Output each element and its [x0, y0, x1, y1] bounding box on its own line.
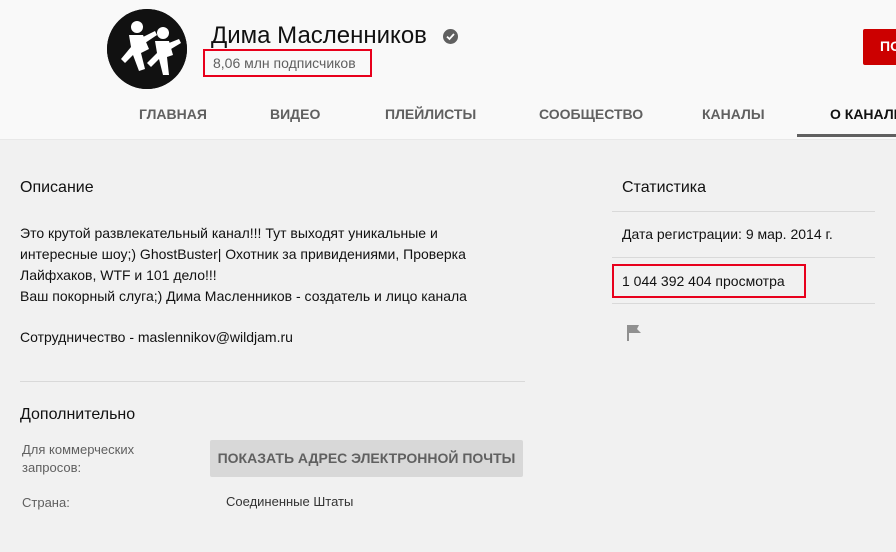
description-line: интересные шоу;) GhostBuster| Охотник за…	[20, 246, 466, 262]
tab-community[interactable]: СООБЩЕСТВО	[539, 92, 643, 137]
check-circle-icon	[443, 29, 458, 44]
subscribe-button[interactable]: ПОДПИСАТЬСЯ	[863, 29, 896, 65]
description-line: Лайфхаков, WTF и 101 дело!!!	[20, 267, 217, 283]
show-email-button[interactable]: ПОКАЗАТЬ АДРЕС ЭЛЕКТРОННОЙ ПОЧТЫ	[210, 440, 523, 477]
channel-name: Дима Масленников	[211, 22, 427, 49]
tab-playlists[interactable]: ПЛЕЙЛИСТЫ	[385, 92, 476, 137]
flag-icon[interactable]	[626, 324, 642, 341]
tab-channels[interactable]: КАНАЛЫ	[702, 92, 765, 137]
tab-about[interactable]: О КАНАЛЕ	[830, 92, 896, 137]
running-figures-icon	[107, 9, 187, 89]
active-tab-indicator	[797, 134, 896, 137]
stats-title: Статистика	[622, 179, 707, 196]
details-title: Дополнительно	[20, 406, 136, 423]
country-value: Соединенные Штаты	[226, 494, 354, 509]
channel-tabs: ГЛАВНАЯ ВИДЕО ПЛЕЙЛИСТЫ СООБЩЕСТВО КАНАЛ…	[0, 92, 896, 140]
views-highlight: 1 044 392 404 просмотра	[612, 264, 806, 298]
description-title: Описание	[20, 179, 94, 196]
tab-videos[interactable]: ВИДЕО	[270, 92, 320, 137]
description-line: Это крутой развлекательный канал!!! Тут …	[20, 225, 438, 241]
view-count: 1 044 392 404 просмотра	[622, 273, 785, 289]
country-label: Страна:	[22, 495, 70, 510]
divider	[612, 303, 875, 304]
contact-text: Сотрудничество - maslennikov@wildjam.ru	[20, 329, 293, 345]
divider	[612, 211, 875, 212]
channel-description: Это крутой развлекательный канал!!! Тут …	[20, 223, 520, 307]
divider	[612, 257, 875, 258]
channel-avatar[interactable]	[107, 9, 187, 89]
channel-header: Дима Масленников 8,06 млн подписчиков ПО…	[0, 0, 896, 140]
business-label-line: Для коммерческих	[22, 442, 135, 457]
divider	[20, 381, 525, 382]
tab-home[interactable]: ГЛАВНАЯ	[139, 92, 207, 137]
subscriber-count: 8,06 млн подписчиков	[213, 55, 356, 71]
subscribers-highlight: 8,06 млн подписчиков	[203, 49, 372, 77]
description-line: Ваш покорный слуга;) Дима Масленников - …	[20, 288, 467, 304]
business-inquiries-label: Для коммерческих запросов:	[22, 441, 134, 477]
joined-date: Дата регистрации: 9 мар. 2014 г.	[622, 226, 833, 242]
business-label-line: запросов:	[22, 460, 82, 475]
